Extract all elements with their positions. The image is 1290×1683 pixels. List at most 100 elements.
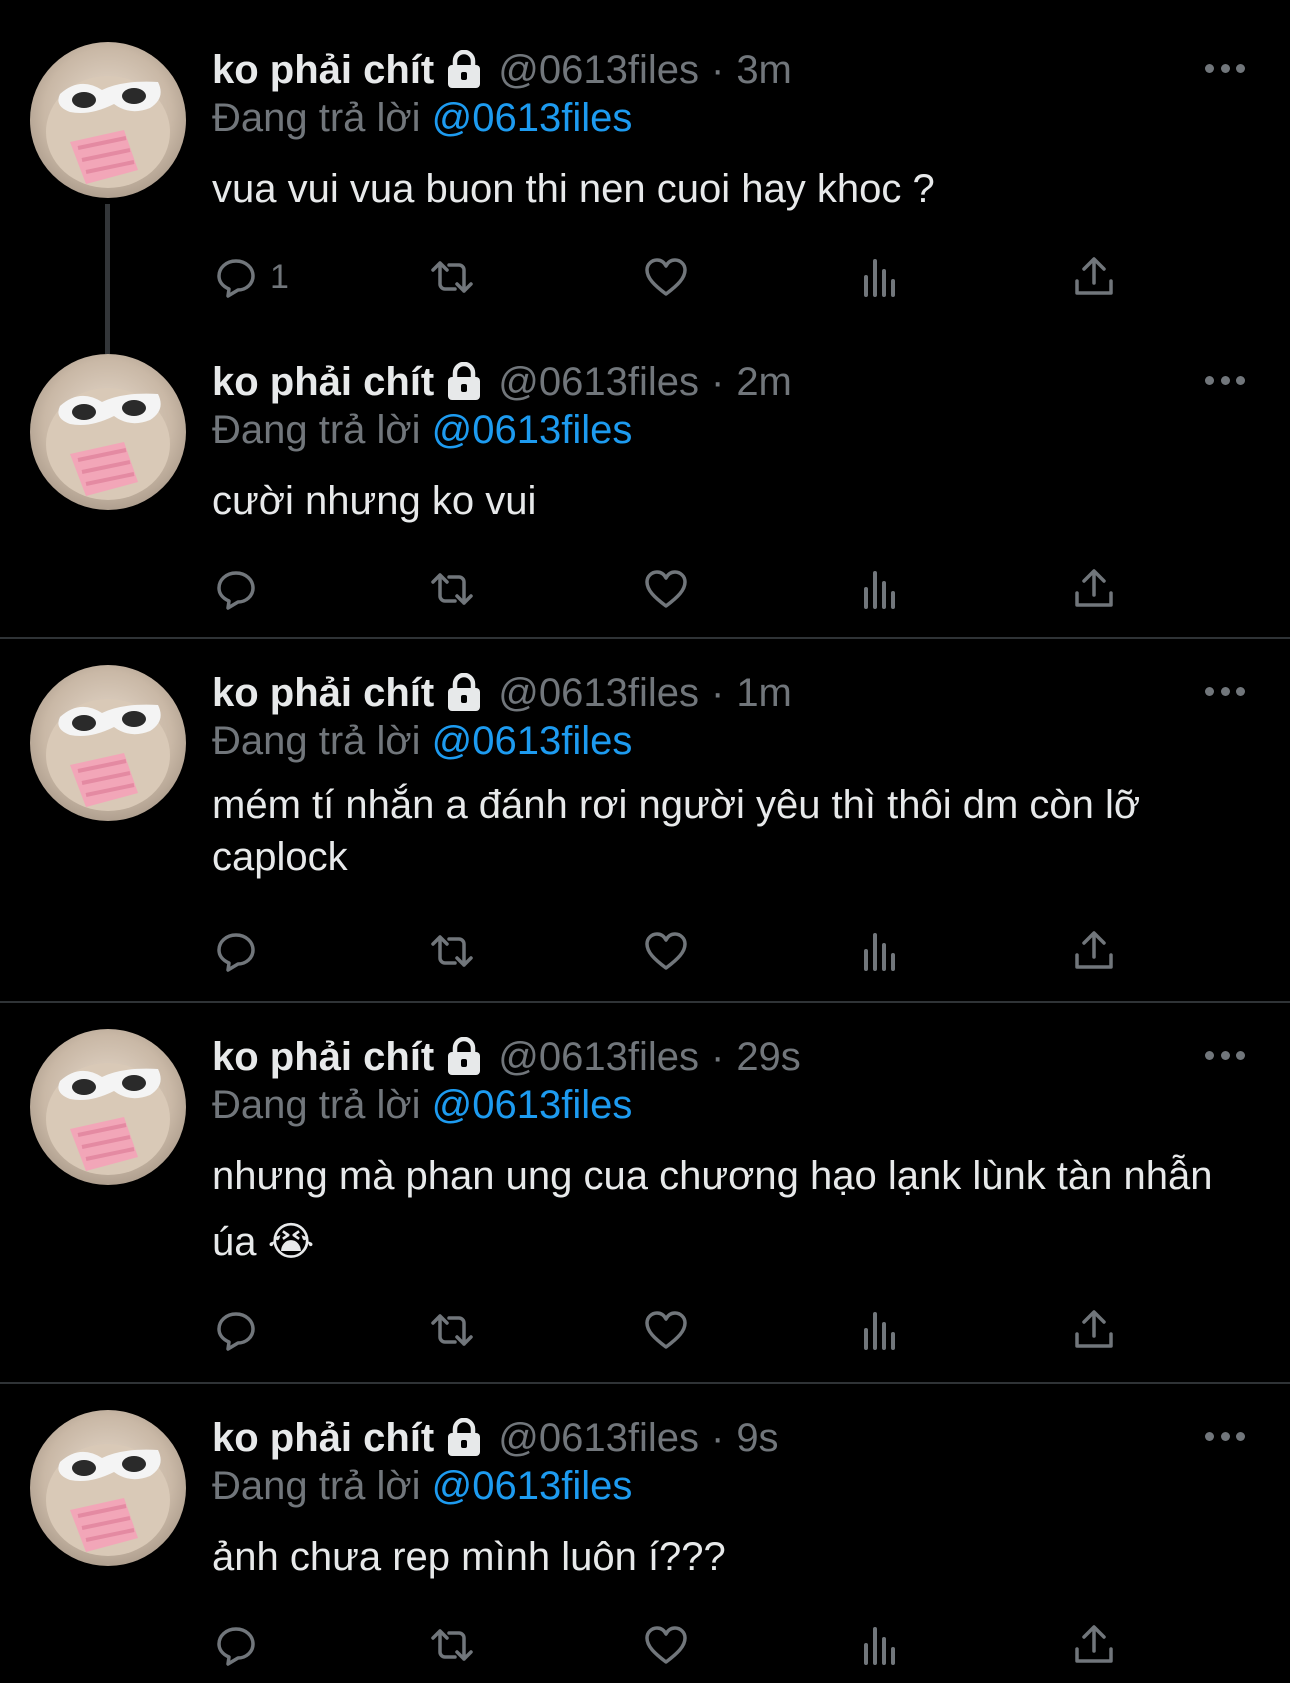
author-name[interactable]: ko phải chít bbox=[212, 1035, 434, 1080]
share-button[interactable] bbox=[1070, 1620, 1118, 1670]
views-icon bbox=[864, 933, 895, 971]
share-button[interactable] bbox=[1070, 564, 1118, 614]
timestamp[interactable]: 29s bbox=[736, 1035, 801, 1080]
reply-icon bbox=[217, 933, 255, 972]
tweet-divider bbox=[0, 1001, 1290, 1003]
separator-dot: · bbox=[710, 670, 725, 715]
like-button[interactable] bbox=[642, 1305, 690, 1355]
like-button[interactable] bbox=[642, 252, 690, 302]
author-handle[interactable]: @0613files bbox=[498, 1035, 699, 1080]
reply-button[interactable] bbox=[212, 1620, 260, 1670]
views-button[interactable] bbox=[856, 252, 904, 302]
mention-link[interactable]: @0613files bbox=[432, 1083, 633, 1127]
views-button[interactable] bbox=[856, 564, 904, 614]
avatar[interactable] bbox=[30, 354, 186, 510]
more-icon[interactable] bbox=[1205, 1426, 1245, 1446]
replying-to-label: Đang trả lời bbox=[212, 408, 421, 452]
views-icon bbox=[864, 571, 895, 609]
avatar[interactable] bbox=[30, 665, 186, 821]
author-handle[interactable]: @0613files bbox=[498, 671, 699, 716]
views-button[interactable] bbox=[856, 926, 904, 976]
author-name[interactable]: ko phải chít bbox=[212, 1416, 434, 1461]
author-handle[interactable]: @0613files bbox=[498, 360, 699, 405]
tweet-header: ko phải chít @0613files · 29s bbox=[212, 1031, 801, 1083]
retweet-button[interactable] bbox=[428, 564, 476, 614]
lock-icon bbox=[448, 50, 481, 88]
share-button[interactable] bbox=[1070, 1305, 1118, 1355]
avatar[interactable] bbox=[30, 1410, 186, 1566]
avatar[interactable] bbox=[30, 1029, 186, 1185]
retweet-icon bbox=[431, 935, 473, 967]
share-button[interactable] bbox=[1070, 252, 1118, 302]
more-icon[interactable] bbox=[1205, 58, 1245, 78]
timestamp[interactable]: 9s bbox=[736, 1416, 778, 1461]
tweet-actions bbox=[212, 1305, 1132, 1355]
heart-icon bbox=[645, 1626, 687, 1664]
tweet-header: ko phải chít @0613files · 3m bbox=[212, 44, 792, 96]
retweet-button[interactable] bbox=[428, 1305, 476, 1355]
timestamp[interactable]: 1m bbox=[736, 671, 792, 716]
separator-dot: · bbox=[710, 1415, 725, 1460]
retweet-button[interactable] bbox=[428, 252, 476, 302]
mention-link[interactable]: @0613files bbox=[432, 719, 633, 763]
reply-button[interactable] bbox=[212, 564, 260, 614]
share-button[interactable] bbox=[1070, 926, 1118, 976]
tweet-divider bbox=[0, 637, 1290, 639]
more-icon[interactable] bbox=[1205, 370, 1245, 390]
views-button[interactable] bbox=[856, 1620, 904, 1670]
replying-to-label: Đang trả lời bbox=[212, 1464, 421, 1508]
share-icon bbox=[1075, 569, 1113, 607]
reply-icon bbox=[217, 571, 255, 610]
reply-button[interactable] bbox=[212, 1305, 260, 1355]
retweet-icon bbox=[431, 1629, 473, 1661]
reply-count: 1 bbox=[270, 257, 289, 296]
share-icon bbox=[1075, 257, 1113, 295]
mention-link[interactable]: @0613files bbox=[432, 408, 633, 452]
tweet-actions: 1 bbox=[212, 252, 1132, 302]
replying-to: Đang trả lời @0613files bbox=[212, 1464, 632, 1509]
views-button[interactable] bbox=[856, 1305, 904, 1355]
separator-dot: · bbox=[710, 1034, 725, 1079]
author-name[interactable]: ko phải chít bbox=[212, 360, 434, 405]
timestamp[interactable]: 3m bbox=[736, 48, 792, 93]
author-handle[interactable]: @0613files bbox=[498, 48, 699, 93]
replying-to: Đang trả lời @0613files bbox=[212, 408, 632, 453]
author-handle[interactable]: @0613files bbox=[498, 1416, 699, 1461]
thread-connector bbox=[105, 204, 110, 354]
replying-to-label: Đang trả lời bbox=[212, 1083, 421, 1127]
lock-icon bbox=[448, 1037, 481, 1075]
mention-link[interactable]: @0613files bbox=[432, 96, 633, 140]
more-icon[interactable] bbox=[1205, 1045, 1245, 1065]
retweet-button[interactable] bbox=[428, 1620, 476, 1670]
avatar[interactable] bbox=[30, 42, 186, 198]
reply-icon bbox=[217, 1312, 255, 1351]
reply-icon bbox=[217, 1627, 255, 1666]
like-button[interactable] bbox=[642, 1620, 690, 1670]
tweet-actions bbox=[212, 926, 1132, 976]
tweet-text: mém tí nhắn a đánh rơi người yêu thì thô… bbox=[212, 783, 1141, 879]
views-icon bbox=[864, 1312, 895, 1350]
like-button[interactable] bbox=[642, 564, 690, 614]
author-name[interactable]: ko phải chít bbox=[212, 671, 434, 716]
lock-icon bbox=[448, 1418, 481, 1456]
separator-dot: · bbox=[710, 47, 725, 92]
retweet-icon bbox=[431, 573, 473, 605]
more-icon[interactable] bbox=[1205, 681, 1245, 701]
views-icon bbox=[864, 1627, 895, 1665]
mention-link[interactable]: @0613files bbox=[432, 1464, 633, 1508]
reply-button[interactable]: 1 bbox=[212, 252, 289, 302]
replying-to-label: Đang trả lời bbox=[212, 96, 421, 140]
tweet-header: ko phải chít @0613files · 1m bbox=[212, 667, 792, 719]
retweet-button[interactable] bbox=[428, 926, 476, 976]
tweet-text: nhưng mà phan ung cua chương hạo lạnk lù… bbox=[212, 1154, 1213, 1264]
reply-button[interactable] bbox=[212, 926, 260, 976]
replying-to: Đang trả lời @0613files bbox=[212, 1083, 632, 1128]
tweet-header: ko phải chít @0613files · 9s bbox=[212, 1412, 779, 1464]
heart-icon bbox=[645, 932, 687, 970]
like-button[interactable] bbox=[642, 926, 690, 976]
author-name[interactable]: ko phải chít bbox=[212, 48, 434, 93]
retweet-icon bbox=[431, 1314, 473, 1346]
share-icon bbox=[1075, 1310, 1113, 1348]
timestamp[interactable]: 2m bbox=[736, 360, 792, 405]
tweet-header: ko phải chít @0613files · 2m bbox=[212, 356, 792, 408]
